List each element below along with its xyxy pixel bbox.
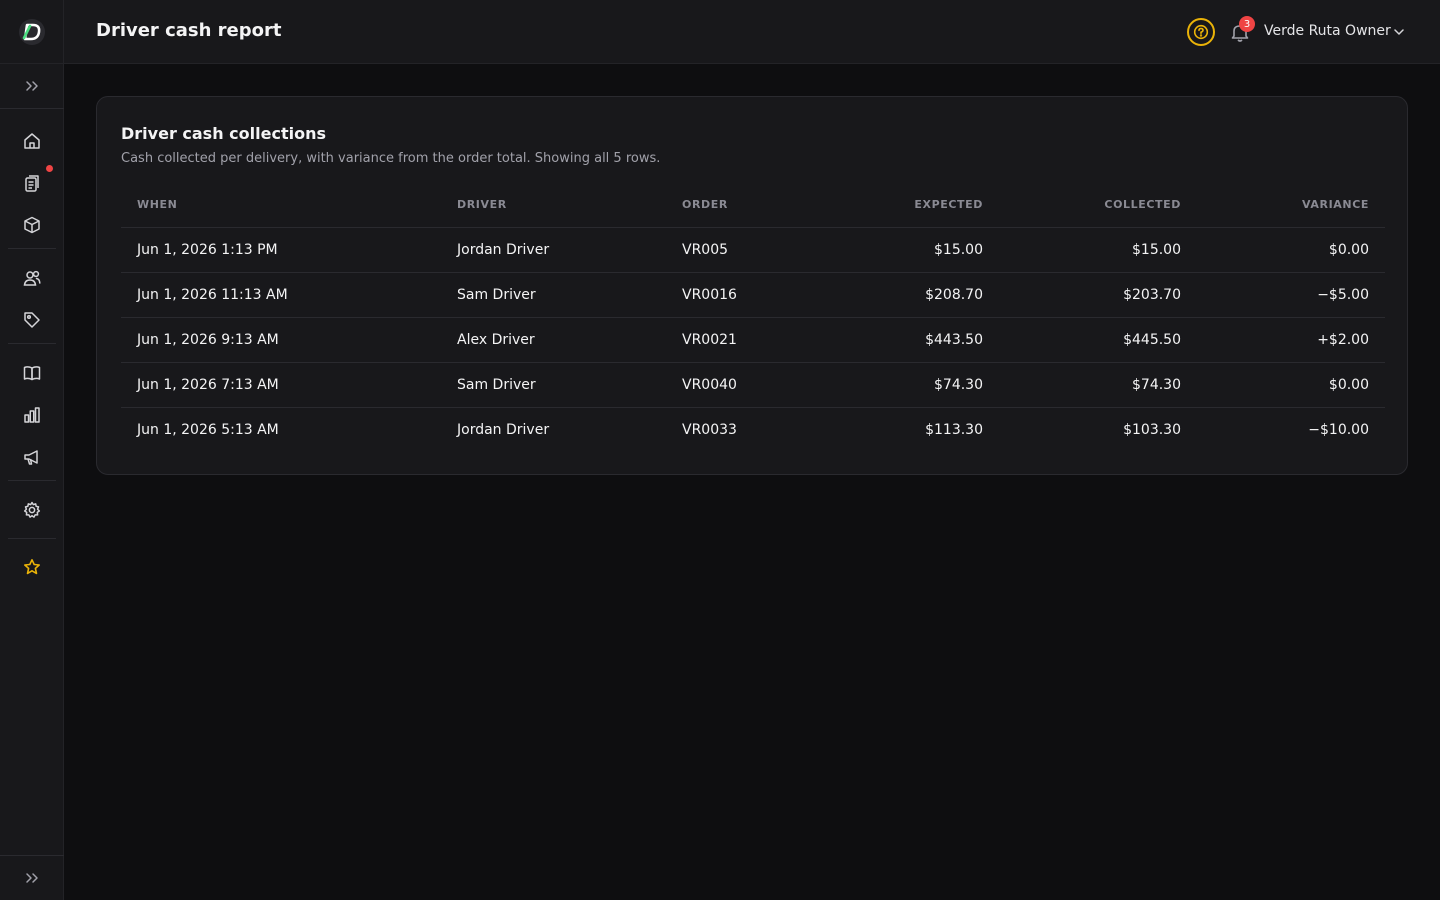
cell-order[interactable]: VR005 xyxy=(666,227,806,273)
cell-order[interactable]: VR0016 xyxy=(666,272,806,318)
sidebar-divider xyxy=(8,248,56,249)
reports-icon xyxy=(24,407,40,423)
cell-when: Jun 1, 2026 7:13 AM xyxy=(121,362,441,408)
column-header-expected[interactable]: EXPECTED xyxy=(806,183,999,228)
customers-icon xyxy=(23,270,41,286)
table-header-row: WHEN DRIVER ORDER EXPECTED COLLECTED VAR… xyxy=(121,183,1385,228)
home-icon xyxy=(24,133,40,149)
marketing-icon xyxy=(24,450,38,465)
notification-count-badge: 3 xyxy=(1239,16,1255,32)
cell-collected: $74.30 xyxy=(999,362,1197,408)
sidebar-item-settings[interactable] xyxy=(0,490,64,530)
column-header-variance[interactable]: VARIANCE xyxy=(1197,183,1385,228)
cell-collected: $15.00 xyxy=(999,227,1197,273)
sidebar-item-customers[interactable] xyxy=(0,258,64,298)
orders-icon xyxy=(25,175,39,192)
app-logo[interactable] xyxy=(0,0,64,64)
column-header-collected[interactable]: COLLECTED xyxy=(999,183,1197,228)
star-icon xyxy=(24,559,40,575)
page-title: Driver cash report xyxy=(96,20,282,41)
sidebar-item-reports[interactable] xyxy=(0,395,64,435)
help-icon xyxy=(1193,24,1209,40)
table-row[interactable]: Jun 1, 2026 11:13 AM Sam Driver VR0016 $… xyxy=(121,272,1385,318)
cash-collections-card: Driver cash collections Cash collected p… xyxy=(96,96,1408,475)
cell-expected: $74.30 xyxy=(806,362,999,408)
sidebar-divider xyxy=(8,538,56,539)
sidebar-item-marketing[interactable] xyxy=(0,437,64,477)
cell-expected: $443.50 xyxy=(806,317,999,363)
cell-variance: +$2.00 xyxy=(1197,317,1385,363)
sidebar xyxy=(0,0,64,900)
cell-driver: Sam Driver xyxy=(441,272,666,318)
cell-driver: Jordan Driver xyxy=(441,227,666,273)
cash-collections-table: WHEN DRIVER ORDER EXPECTED COLLECTED VAR… xyxy=(121,183,1385,452)
sidebar-divider xyxy=(8,480,56,481)
products-icon xyxy=(24,216,40,234)
cell-driver: Alex Driver xyxy=(441,317,666,363)
cell-variance: $0.00 xyxy=(1197,362,1385,408)
cell-collected: $445.50 xyxy=(999,317,1197,363)
tags-icon xyxy=(24,312,40,328)
cell-order[interactable]: VR0033 xyxy=(666,407,806,452)
sidebar-item-home[interactable] xyxy=(0,121,64,161)
cell-expected: $208.70 xyxy=(806,272,999,318)
orders-notification-dot xyxy=(46,165,53,172)
cell-collected: $103.30 xyxy=(1123,421,1181,438)
sidebar-divider xyxy=(0,855,64,856)
help-button[interactable] xyxy=(1187,18,1215,46)
settings-icon xyxy=(23,501,41,518)
sidebar-item-orders[interactable] xyxy=(0,163,64,203)
sidebar-item-products[interactable] xyxy=(0,205,64,245)
cell-driver: Sam Driver xyxy=(441,362,666,408)
cell-when: Jun 1, 2026 11:13 AM xyxy=(121,272,441,318)
sidebar-item-favorites[interactable] xyxy=(0,547,64,587)
chevrons-right-icon xyxy=(26,873,38,883)
chevrons-right-icon xyxy=(26,81,38,91)
chevron-down-icon[interactable] xyxy=(1392,25,1406,39)
expand-sidebar-bottom-button[interactable] xyxy=(0,858,64,898)
cell-variance: −$5.00 xyxy=(1197,272,1385,318)
column-header-when[interactable]: WHEN xyxy=(121,183,441,228)
topbar: Driver cash report 3 Verde Ruta Owner xyxy=(64,0,1440,64)
sidebar-divider xyxy=(8,343,56,344)
cell-expected: $113.30 xyxy=(925,421,983,438)
cell-variance: $0.00 xyxy=(1197,227,1385,273)
column-header-driver[interactable]: DRIVER xyxy=(441,183,666,228)
cell-when: Jun 1, 2026 9:13 AM xyxy=(121,317,441,363)
cell-when: Jun 1, 2026 1:13 PM xyxy=(121,227,441,273)
cell-collected: $203.70 xyxy=(999,272,1197,318)
card-title: Driver cash collections xyxy=(121,124,326,143)
table-row[interactable]: Jun 1, 2026 5:13 AM Jordan Driver VR0033… xyxy=(121,407,1385,452)
table-row[interactable]: Jun 1, 2026 7:13 AM Sam Driver VR0040 $7… xyxy=(121,362,1385,408)
cell-variance: −$10.00 xyxy=(1308,421,1369,438)
catalog-icon xyxy=(23,366,41,381)
cell-order[interactable]: VR0040 xyxy=(666,362,806,408)
user-menu-name[interactable]: Verde Ruta Owner xyxy=(1264,23,1391,39)
column-header-order[interactable]: ORDER xyxy=(666,183,806,228)
card-subtitle: Cash collected per delivery, with varian… xyxy=(121,151,661,166)
cell-when: Jun 1, 2026 5:13 AM xyxy=(137,421,279,438)
logo-icon xyxy=(19,18,45,45)
cell-expected: $15.00 xyxy=(806,227,999,273)
cell-order[interactable]: VR0021 xyxy=(666,317,806,363)
table-row[interactable]: Jun 1, 2026 1:13 PM Jordan Driver VR005 … xyxy=(121,227,1385,273)
table-row[interactable]: Jun 1, 2026 9:13 AM Alex Driver VR0021 $… xyxy=(121,317,1385,363)
expand-sidebar-button[interactable] xyxy=(0,66,64,106)
sidebar-item-tags[interactable] xyxy=(0,300,64,340)
sidebar-divider xyxy=(0,108,64,109)
sidebar-item-catalog[interactable] xyxy=(0,353,64,393)
cell-driver: Jordan Driver xyxy=(457,421,550,438)
